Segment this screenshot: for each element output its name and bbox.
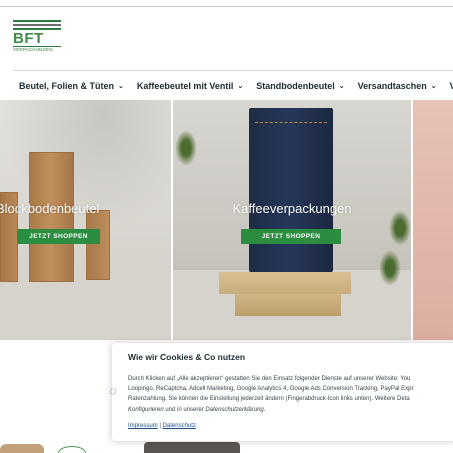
hero-floor	[0, 270, 171, 340]
nav-item-label: Kaffeebeutel mit Ventil	[136, 81, 234, 91]
top-divider	[0, 6, 453, 7]
hero-title: Kaffeeverpackungen	[232, 201, 352, 216]
datenschutz-link[interactable]: Datenschutz	[163, 423, 196, 429]
cookie-text-line: Konfigurieren und in unserer Datenschutz…	[128, 405, 453, 415]
link-separator: |	[159, 423, 161, 429]
cookie-text-fragment: .	[263, 406, 266, 413]
logo[interactable]: BFT VERPACKUNGEN	[13, 20, 61, 60]
configure-link[interactable]: Konfigurieren	[128, 407, 164, 413]
product-thumbnail[interactable]	[144, 442, 240, 453]
kraft-bag-image	[86, 210, 110, 280]
privacy-policy-link[interactable]: Datenschutzerklärung	[205, 407, 263, 413]
chevron-down-icon: ⌄	[430, 83, 437, 90]
chevron-down-icon: ⌄	[118, 83, 124, 90]
cookie-title: Wie wir Cookies & Co nutzen	[128, 352, 246, 362]
nav-item-kaffeebeutel[interactable]: Kaffeebeutel mit Ventil ⌄	[137, 79, 243, 93]
cookie-text-line: Loopingo, ReCaptcha, Adcell Marketing, G…	[128, 386, 414, 393]
hero-partial[interactable]	[413, 100, 453, 340]
hero-title: Blockbodenbeutel	[0, 201, 100, 216]
cookie-links: Impressum | Datenschutz	[128, 423, 196, 429]
shop-now-button[interactable]: JETZT SHOPPEN	[17, 229, 100, 244]
cookie-banner: Wie wir Cookies & Co nutzen Durch Klicke…	[112, 343, 453, 441]
shop-now-button[interactable]: JETZT SHOPPEN	[241, 229, 341, 244]
nav-item-beutel[interactable]: Beutel, Folien & Tüten ⌄	[19, 79, 124, 93]
chevron-down-icon: ⌄	[237, 83, 244, 90]
hero-blockbodenbeutel[interactable]: Blockbodenbeutel JETZT SHOPPEN	[0, 100, 171, 340]
nav-divider	[13, 70, 453, 71]
nav-item-label: Ve	[449, 81, 453, 91]
nav-item-label: Versandtaschen	[357, 81, 427, 91]
chevron-down-icon: ⌄	[338, 83, 345, 90]
cookie-text-fragment: und in unserer	[163, 406, 206, 413]
logo-stripes	[13, 20, 61, 30]
coffee-bag-image	[249, 108, 333, 272]
fingerprint-icon[interactable]: ◌	[105, 383, 121, 399]
logo-letters: BFT	[13, 30, 44, 47]
logo-subtitle: VERPACKUNGEN	[13, 46, 61, 53]
wood-block-image	[219, 272, 351, 294]
hero-kaffeeverpackungen[interactable]: Kaffeeverpackungen JETZT SHOPPEN	[173, 100, 411, 340]
cookie-text-line: Ratenzahlung. Sie können die Einstellung…	[128, 396, 410, 403]
nav-item-label: Beutel, Folien & Tüten	[19, 81, 115, 91]
nav-item-truncated[interactable]: Ve	[450, 79, 453, 93]
cookie-text-line: Durch Klicken auf „Alle akzeptieren“ ges…	[128, 376, 411, 382]
kraft-bag-image	[29, 152, 74, 282]
main-nav: Beutel, Folien & Tüten ⌄ Kaffeebeutel mit…	[19, 79, 453, 93]
eco-badge-icon	[58, 446, 86, 453]
product-thumbnail[interactable]	[0, 444, 44, 453]
cookie-text: Durch Klicken auf „Alle akzeptieren“ ges…	[128, 374, 453, 415]
plant-image	[379, 250, 401, 286]
nav-item-standbodenbeutel[interactable]: Standbodenbeutel ⌄	[256, 79, 344, 93]
nav-item-versandtaschen[interactable]: Versandtaschen ⌄	[358, 79, 437, 93]
wood-block-image	[235, 294, 341, 316]
nav-item-label: Standbodenbeutel	[256, 81, 335, 91]
plant-image	[175, 130, 197, 166]
impressum-link[interactable]: Impressum	[128, 423, 158, 429]
